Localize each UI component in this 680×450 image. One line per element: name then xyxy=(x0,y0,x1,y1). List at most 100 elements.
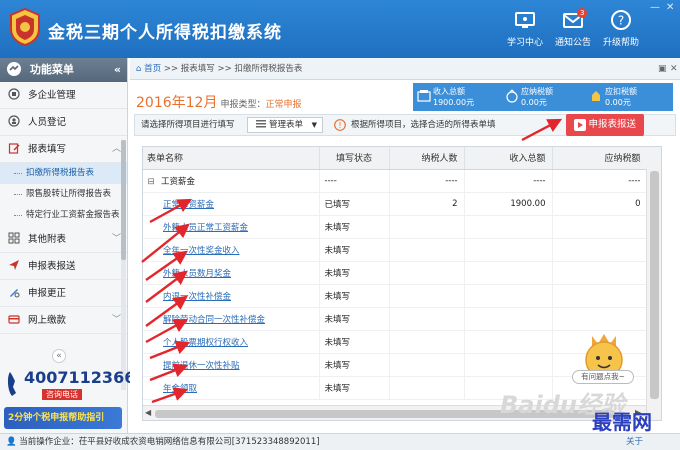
col-form-name[interactable]: 表单名称 xyxy=(143,147,320,170)
tax-icon xyxy=(506,89,518,103)
grid-icon xyxy=(8,232,20,244)
form-link[interactable]: 内退一次性补偿金 xyxy=(163,292,231,302)
table-row[interactable]: 内退一次性补偿金 未填写 xyxy=(143,284,661,308)
summary-income: 收入总额 1900.00元 xyxy=(413,83,501,111)
row-count xyxy=(389,376,465,400)
row-count xyxy=(389,261,465,285)
collapse-up-icon[interactable]: « xyxy=(52,349,66,363)
sidebar-item-multi-company[interactable]: 多企业管理 xyxy=(0,82,127,109)
row-income xyxy=(464,215,553,239)
table-vscroll-thumb[interactable] xyxy=(650,171,659,399)
sidebar-subitem-label: 扣缴所得税报告表 xyxy=(26,168,95,178)
row-status: 未填写 xyxy=(319,376,390,400)
close-tab-button[interactable]: ✕ xyxy=(670,58,678,80)
table-row[interactable]: 正常工资薪金 已填写 2 1900.00 0 xyxy=(143,192,661,216)
sidebar-item-online-payment[interactable]: 网上缴款 ﹀ xyxy=(0,307,127,334)
notice-button[interactable]: 3 通知公告 xyxy=(548,6,598,54)
sidebar-subitem-withholding-report[interactable]: 扣缴所得税报告表 xyxy=(0,163,127,184)
row-status: 已填写 xyxy=(319,192,390,216)
form-link[interactable]: 正常工资薪金 xyxy=(163,200,214,210)
row-count xyxy=(389,215,465,239)
row-income xyxy=(464,284,553,308)
table-vertical-scrollbar[interactable] xyxy=(646,169,661,420)
table-row[interactable]: 外籍人员数月奖金 未填写 xyxy=(143,261,661,285)
play-icon xyxy=(574,119,586,131)
table-group-row[interactable]: ⊟ 工资薪金 ---- ---- ---- ---- xyxy=(143,169,661,193)
submit-report-label: 申报表报送 xyxy=(588,119,636,130)
row-status: 未填写 xyxy=(319,307,390,331)
mascot-bubble[interactable]: 有问题点我~ xyxy=(572,370,634,384)
row-income: 1900.00 xyxy=(464,192,553,216)
row-status: 未填写 xyxy=(319,238,390,262)
sidebar-item-label: 申报表报送 xyxy=(28,261,76,272)
breadcrumb: ⌂ 首页 >> 报表填写 >> 扣缴所得税报告表 ▣ ✕ xyxy=(130,58,680,80)
hotline-banner: 4007112366 咨询电话 xyxy=(4,366,135,404)
hotline-tag: 咨询电话 xyxy=(42,389,82,400)
collapse-sidebar-icon[interactable]: « xyxy=(114,58,121,82)
tree-collapse-icon[interactable]: ⊟ xyxy=(147,177,155,187)
col-fill-status[interactable]: 填写状态 xyxy=(319,147,390,170)
breadcrumb-home-link[interactable]: 首页 xyxy=(144,64,161,74)
sidebar-subitem-restricted-stock[interactable]: 限售股转让所得报告表 xyxy=(0,184,127,205)
row-count xyxy=(389,330,465,354)
form-link[interactable]: 年金领取 xyxy=(163,384,197,394)
tax-emblem-icon xyxy=(10,7,40,47)
form-link[interactable]: 外籍人员正常工资薪金 xyxy=(163,223,248,233)
summary-tax-deduct: 应扣税额 0.00元 xyxy=(585,83,673,111)
sidebar-item-label: 报表填写 xyxy=(28,144,67,155)
sidebar-scrollbar[interactable] xyxy=(121,140,126,390)
upgrade-help-button[interactable]: ? 升级帮助 xyxy=(596,6,646,54)
svg-text:?: ? xyxy=(618,14,624,28)
period-date: 2016年12月 xyxy=(136,95,218,111)
table-row[interactable]: 解除劳动合同一次性补偿金 未填写 xyxy=(143,307,661,331)
row-status: 未填写 xyxy=(319,330,390,354)
table-row[interactable]: 全年一次性奖金收入 未填写 xyxy=(143,238,661,262)
minimize-button[interactable]: — xyxy=(650,2,660,13)
sidebar-item-correction[interactable]: 申报更正 xyxy=(0,280,127,307)
submit-report-button[interactable]: 申报表报送 xyxy=(566,114,644,136)
guide-banner[interactable]: 2分钟个税申报帮助指引 xyxy=(4,407,122,429)
app-header: 金税三期个人所得税扣缴系统 学习中心 3 通知公告 ? 升级帮助 — ✕ xyxy=(0,0,680,58)
sidebar-item-personnel[interactable]: 人员登记 xyxy=(0,109,127,136)
manage-forms-dropdown[interactable]: 管理表单 ▼ xyxy=(247,117,323,133)
group-count: ---- xyxy=(389,169,465,193)
form-link[interactable]: 外籍人员数月奖金 xyxy=(163,269,231,279)
sidebar-item-label: 人员登记 xyxy=(28,117,67,128)
sidebar-item-label: 多企业管理 xyxy=(28,90,76,101)
home-icon[interactable]: ⌂ xyxy=(136,64,141,74)
help-icon: ? xyxy=(611,10,631,30)
toolbar-hint: 根据所得项目，选择合适的所得表单填 xyxy=(351,120,496,130)
learning-center-label: 学习中心 xyxy=(506,38,543,48)
col-tax-payable[interactable]: 应纳税额 xyxy=(552,147,661,170)
sidebar-item-report-fill[interactable]: 报表填写 ︿ xyxy=(0,136,127,163)
form-link[interactable]: 提前退休一次性补贴 xyxy=(163,361,240,371)
summary-panel: 收入总额 1900.00元 应纳税额 0.00元 应扣税额 0.00元 xyxy=(413,83,673,111)
scroll-left-icon[interactable]: ◀ xyxy=(145,408,151,417)
col-income-total[interactable]: 收入总额 xyxy=(464,147,553,170)
form-link[interactable]: 个人股票期权行权收入 xyxy=(163,338,248,348)
sidebar-item-other-schedules[interactable]: 其他附表 ﹀ xyxy=(0,226,127,253)
form-link[interactable]: 全年一次性奖金收入 xyxy=(163,246,240,256)
chevron-down-icon: ﹀ xyxy=(111,315,121,325)
svg-text:!: ! xyxy=(338,121,341,130)
summary-deduct-label: 应扣税额 xyxy=(605,87,637,96)
sidebar-subitem-label: 特定行业工资薪金报告表 xyxy=(26,210,120,220)
sidebar-subitem-special-industry[interactable]: 特定行业工资薪金报告表 xyxy=(0,205,127,226)
col-taxpayer-count[interactable]: 纳税人数 xyxy=(389,147,465,170)
about-link[interactable]: 关于 xyxy=(626,434,643,450)
chevron-up-icon: ︿ xyxy=(111,144,121,154)
form-link[interactable]: 解除劳动合同一次性补偿金 xyxy=(163,315,265,325)
table-row[interactable]: 外籍人员正常工资薪金 未填写 xyxy=(143,215,661,239)
close-window-button[interactable]: ✕ xyxy=(666,2,674,13)
row-status: 未填写 xyxy=(319,284,390,308)
restore-tab-button[interactable]: ▣ xyxy=(658,58,667,80)
app-title: 金税三期个人所得税扣缴系统 xyxy=(48,23,282,43)
function-menu-icon xyxy=(7,62,21,76)
summary-deduct-value: 0.00元 xyxy=(605,98,631,107)
sidebar-item-label: 网上缴款 xyxy=(28,315,67,326)
sidebar: 功能菜单 « 多企业管理 人员登记 报表填写 ︿ 扣缴所得税报告表 限售股转让所… xyxy=(0,58,135,438)
sidebar-scroll-thumb[interactable] xyxy=(121,140,126,260)
learning-center-button[interactable]: 学习中心 xyxy=(500,6,550,54)
building-icon xyxy=(8,88,20,100)
sidebar-item-submit-report[interactable]: 申报表报送 xyxy=(0,253,127,280)
